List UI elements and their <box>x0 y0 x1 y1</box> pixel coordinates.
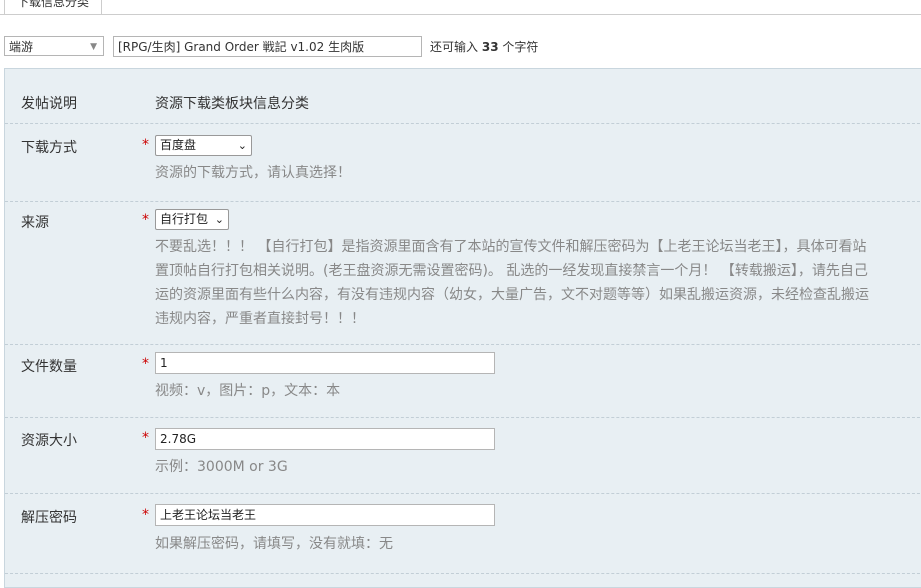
remaining-chars: 还可输入 33 个字符 <box>430 40 539 54</box>
category-select[interactable]: 端游 ▼ <box>4 36 104 56</box>
tab-bar: 下载信息分类 <box>0 0 921 15</box>
form-row-source: 来源 * 自行打包 ⌄ 不要乱选！！！ 【自行打包】是指资源里面含有了本站的宣传… <box>5 201 921 345</box>
form-row-size: 资源大小 * 2.78G 示例：3000M or 3G <box>5 417 921 494</box>
category-select-value: 端游 <box>9 40 34 54</box>
chevron-down-icon: ▼ <box>90 42 97 52</box>
source-label: 来源 <box>21 215 49 231</box>
form-panel: 发帖说明 资源下载类板块信息分类 下载方式 * 百度盘 ⌄ 资源的下载方式，请认… <box>4 68 921 588</box>
notice-label: 发帖说明 <box>21 96 77 112</box>
file-count-hint: 视频：v，图片：p，文本：本 <box>155 383 341 399</box>
remaining-count: 33 <box>481 40 499 54</box>
form-row-password: 解压密码 * 上老王论坛当老王 如果解压密码，请填写，没有就填：无 <box>5 493 921 574</box>
download-method-hint: 资源的下载方式，请认真选择！ <box>155 165 351 181</box>
source-selected: 自行打包 <box>160 212 209 226</box>
size-hint: 示例：3000M or 3G <box>155 459 288 475</box>
tab-download-info[interactable]: 下载信息分类 <box>4 0 103 14</box>
required-star: * <box>142 212 149 228</box>
chevron-down-icon: ⌄ <box>237 139 247 152</box>
password-label: 解压密码 <box>21 510 77 526</box>
form-row-file-count: 文件数量 * 1 视频：v，图片：p，文本：本 <box>5 344 921 418</box>
title-row: 端游 ▼ 还可输入 33 个字符 <box>0 34 921 58</box>
required-star: * <box>142 137 149 153</box>
password-hint: 如果解压密码，请填写，没有就填：无 <box>155 536 393 552</box>
size-label: 资源大小 <box>21 433 77 449</box>
source-select[interactable]: 自行打包 ⌄ <box>155 209 229 230</box>
download-method-selected: 百度盘 <box>160 138 197 152</box>
form-row-notice: 发帖说明 资源下载类板块信息分类 <box>5 69 921 124</box>
title-input[interactable] <box>113 36 422 57</box>
source-hint: 不要乱选！！！ 【自行打包】是指资源里面含有了本站的宣传文件和解压密码为【上老王… <box>155 239 869 327</box>
required-star: * <box>142 356 149 372</box>
file-count-input[interactable]: 1 <box>155 352 495 374</box>
notice-value: 资源下载类板块信息分类 <box>155 96 309 112</box>
download-method-select[interactable]: 百度盘 ⌄ <box>155 135 252 156</box>
required-star: * <box>142 507 149 523</box>
form-row-download-method: 下载方式 * 百度盘 ⌄ 资源的下载方式，请认真选择！ <box>5 123 921 202</box>
required-star: * <box>142 430 149 446</box>
chevron-down-icon: ⌄ <box>214 213 224 226</box>
size-input[interactable]: 2.78G <box>155 428 495 450</box>
file-count-label: 文件数量 <box>21 359 77 375</box>
password-input[interactable]: 上老王论坛当老王 <box>155 504 495 526</box>
download-method-label: 下载方式 <box>21 140 77 156</box>
